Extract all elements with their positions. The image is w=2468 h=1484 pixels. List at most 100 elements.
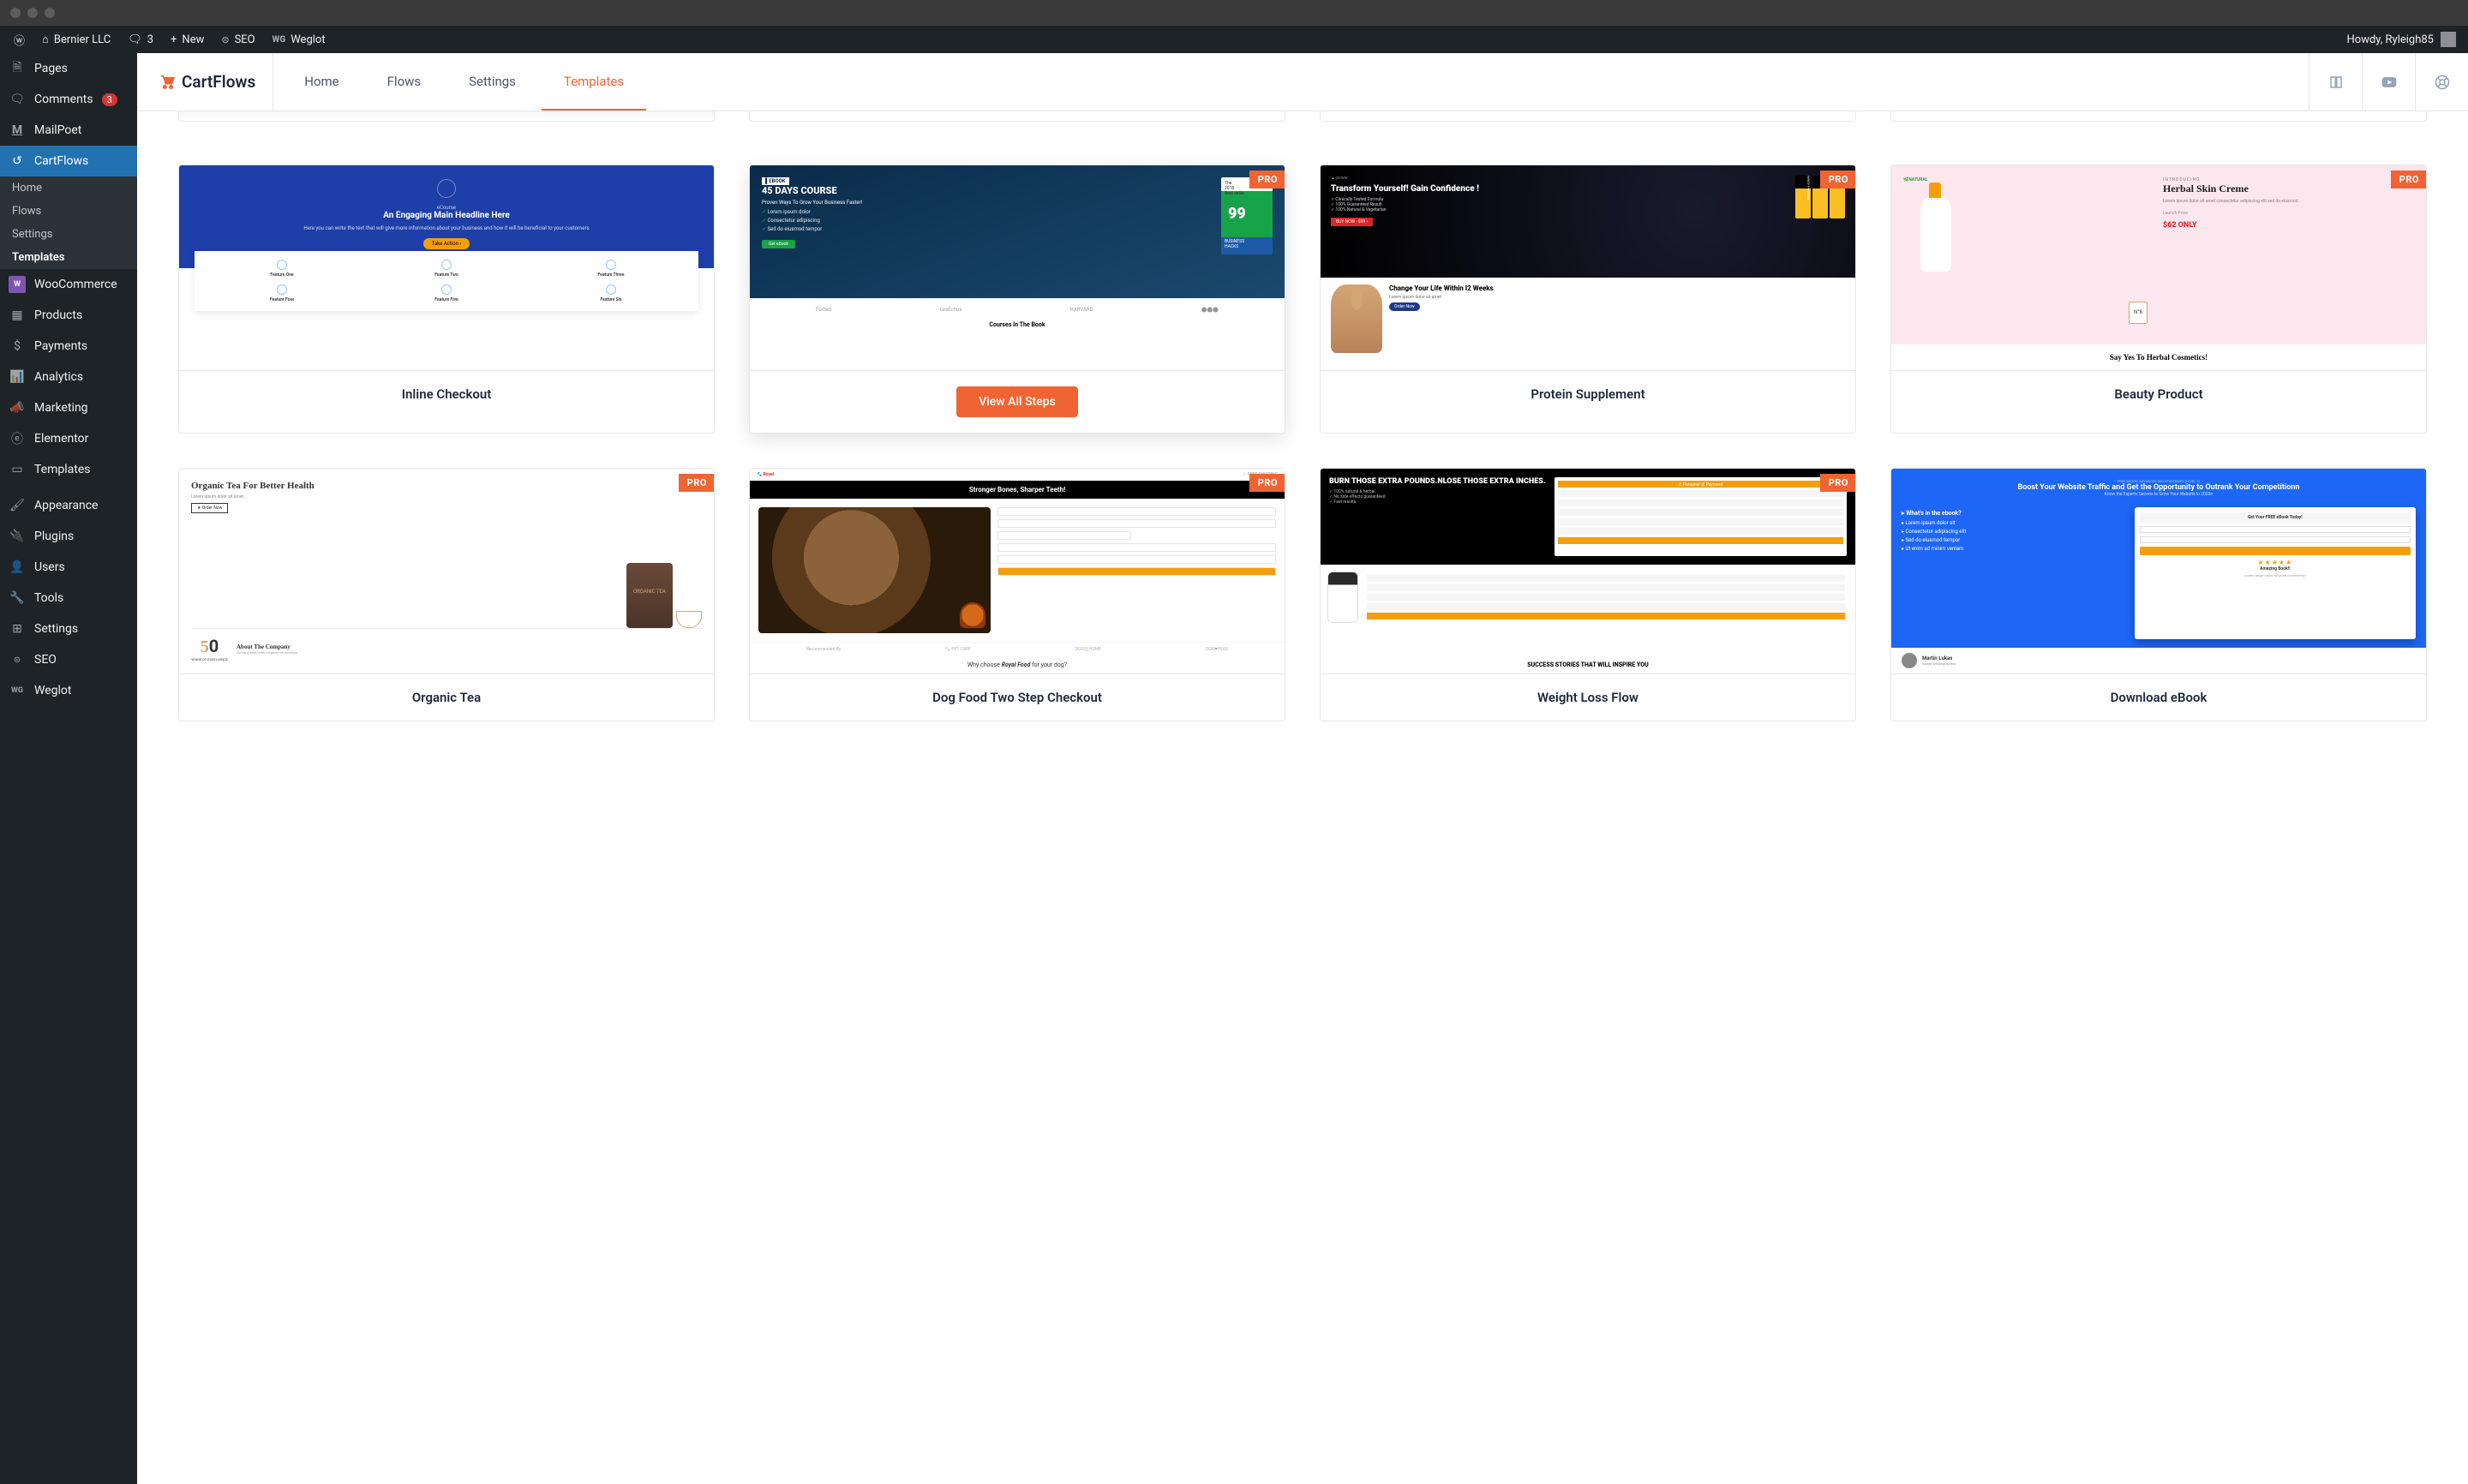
template-preview: ▌EBOOK 45 DAYS COURSE Proven Ways To Gro… (750, 165, 1285, 371)
seo-icon: ⊜ (221, 34, 229, 45)
elementor-icon: ⓔ (9, 430, 26, 447)
preview-sub: Change Your Life Within I2 Weeks (1389, 284, 1845, 292)
cartflows-tabs: Home Flows Settings Templates (282, 53, 646, 111)
plugins-icon: 🔌 (9, 528, 26, 545)
woo-icon: W (9, 276, 26, 293)
cartflows-logo[interactable]: CartFlows (158, 53, 273, 111)
seo-label: SEO (235, 33, 255, 46)
header-actions (2309, 53, 2468, 111)
payments-label: Payments (34, 339, 87, 353)
wp-admin-sidebar: 🗎Pages 🗨Comments3 MMailPoet ↺CartFlows H… (0, 53, 137, 1484)
preview-text: YEARS OF EXCELLENCE (191, 657, 228, 661)
template-card-peek[interactable] (1890, 111, 2427, 122)
site-name-link[interactable]: ⌂Bernier LLC (35, 26, 117, 53)
template-title: Beauty Product (1891, 371, 2426, 417)
help-button[interactable] (2415, 53, 2468, 111)
menu-cartflows[interactable]: ↺CartFlows (0, 146, 137, 177)
preview-sub: Proven Ways To Grow Your Business Faster… (762, 200, 1213, 206)
docs-button[interactable] (2309, 53, 2362, 111)
tab-templates[interactable]: Templates (542, 53, 646, 111)
menu-mailpoet[interactable]: MMailPoet (0, 115, 137, 146)
menu-payments[interactable]: $Payments (0, 331, 137, 362)
pro-badge: PRO (1820, 474, 1856, 492)
preview-title: BURN THOSE EXTRA POUNDS.NLOSE THOSE EXTR… (1329, 477, 1549, 486)
preview-cta: Get Your FREE eBook Today! (2140, 512, 2411, 523)
menu-marketing[interactable]: 📣Marketing (0, 392, 137, 423)
template-card-organic-tea[interactable]: PRO Organic Tea For Better Health Lorem … (178, 468, 715, 721)
template-card-weight-loss[interactable]: PRO BURN THOSE EXTRA POUNDS.NLOSE THOSE … (1320, 468, 1856, 721)
lifebuoy-icon (2435, 75, 2450, 90)
template-card-download-ebook[interactable]: — FREE EBOOK! ADVANCED SEO STRATEGIES (L… (1890, 468, 2427, 721)
account-menu[interactable]: Howdy, Ryleigh85 (2347, 32, 2462, 47)
preview-title: Transform Yourself! Gain Confidence ! (1331, 184, 1788, 194)
preview-text: Here you can write the text that will gi… (193, 225, 700, 231)
maximize-dot[interactable] (45, 8, 55, 18)
wp-logo[interactable]: ⓦ (7, 26, 32, 53)
template-card-peek[interactable] (749, 111, 1285, 122)
seo-link[interactable]: ⊜ SEO (214, 26, 261, 53)
menu-users[interactable]: 👤Users (0, 552, 137, 583)
preview-author: Martin Lukas (1922, 655, 1956, 661)
menu-elementor[interactable]: ⓔ Elementor (0, 423, 137, 454)
tools-icon: 🔧 (9, 589, 26, 607)
template-card-evergreen-product[interactable]: PRO ▌EBOOK 45 DAYS COURSE Proven Ways To… (749, 165, 1285, 434)
weglot-link[interactable]: WGWeglot (266, 26, 332, 53)
appearance-icon: 🖌 (9, 497, 26, 514)
menu-templates[interactable]: ▭Templates (0, 454, 137, 485)
preview-title: Herbal Skin Creme (2163, 183, 2414, 195)
menu-seo[interactable]: ⊜SEO (0, 644, 137, 675)
menu-plugins[interactable]: 🔌Plugins (0, 521, 137, 552)
template-title: Weight Loss Flow (1321, 674, 1855, 721)
tab-settings[interactable]: Settings (446, 53, 538, 111)
submenu-home[interactable]: Home (0, 177, 137, 200)
new-label: New (182, 33, 204, 46)
template-card-dog-food[interactable]: PRO 🐾 Royal✓ FREE SHIPPING Stronger Bone… (749, 468, 1285, 721)
template-title: Inline Checkout (179, 371, 714, 417)
new-content[interactable]: + New (164, 26, 211, 53)
menu-tools[interactable]: 🔧 Tools (0, 583, 137, 613)
tools-label: Tools (34, 591, 63, 605)
previous-row-peek (137, 111, 2468, 132)
minimize-dot[interactable] (27, 8, 38, 18)
preview-price: $62 ONLY (2163, 221, 2414, 230)
comments-link[interactable]: 🗨3 (121, 26, 160, 53)
preview-text: INTRODUCING (2163, 177, 2414, 183)
preview-text: About The Company (237, 643, 702, 650)
preview-brand: NATURAL (1908, 177, 1927, 183)
menu-pages[interactable]: 🗎Pages (0, 53, 137, 84)
template-card-beauty-product[interactable]: PRO 🌿NATURAL N°8 INTRODUCING Herbal Skin… (1890, 165, 2427, 434)
preview-button: Take Action › (423, 238, 470, 249)
youtube-button[interactable] (2362, 53, 2415, 111)
template-card-protein-supplement[interactable]: PRO ▲ power Transform Yourself! Gain Con… (1320, 165, 1856, 434)
template-card-peek[interactable] (178, 111, 715, 122)
pro-badge: PRO (1820, 171, 1856, 188)
templates-grid: eCourse An Engaging Main Headline Here H… (137, 132, 2468, 754)
elementor-label: Elementor (34, 432, 88, 446)
close-dot[interactable] (10, 8, 21, 18)
view-all-steps-button[interactable]: View All Steps (956, 386, 1078, 417)
submenu-templates[interactable]: Templates (0, 246, 137, 269)
comments-label: Comments (34, 93, 93, 106)
menu-products[interactable]: ▦Products (0, 300, 137, 331)
brand-text: CartFlows (182, 72, 255, 92)
menu-appearance[interactable]: 🖌Appearance (0, 490, 137, 521)
submenu-flows[interactable]: Flows (0, 200, 137, 223)
plus-icon: + (171, 33, 177, 46)
tab-flows[interactable]: Flows (365, 53, 444, 111)
preview-headline: An Engaging Main Headline Here (193, 211, 700, 220)
tab-home[interactable]: Home (282, 53, 361, 111)
submenu-settings[interactable]: Settings (0, 223, 137, 246)
template-card-peek[interactable] (1320, 111, 1856, 122)
menu-comments[interactable]: 🗨Comments3 (0, 84, 137, 115)
menu-settings[interactable]: ⊞Settings (0, 613, 137, 644)
template-card-inline-checkout[interactable]: eCourse An Engaging Main Headline Here H… (178, 165, 715, 434)
howdy-text: Howdy, Ryleigh85 (2347, 33, 2435, 46)
products-icon: ▦ (9, 307, 26, 324)
preview-tagline: Say Yes To Herbal Cosmetics! (1891, 344, 2426, 370)
cartflows-icon: ↺ (9, 153, 26, 170)
template-preview: 🌿NATURAL N°8 INTRODUCING Herbal Skin Cre… (1891, 165, 2426, 371)
menu-woocommerce[interactable]: WWooCommerce (0, 269, 137, 300)
cartflows-header: CartFlows Home Flows Settings Templates (137, 53, 2468, 111)
menu-analytics[interactable]: 📊Analytics (0, 362, 137, 392)
menu-weglot[interactable]: WGWeglot (0, 675, 137, 706)
